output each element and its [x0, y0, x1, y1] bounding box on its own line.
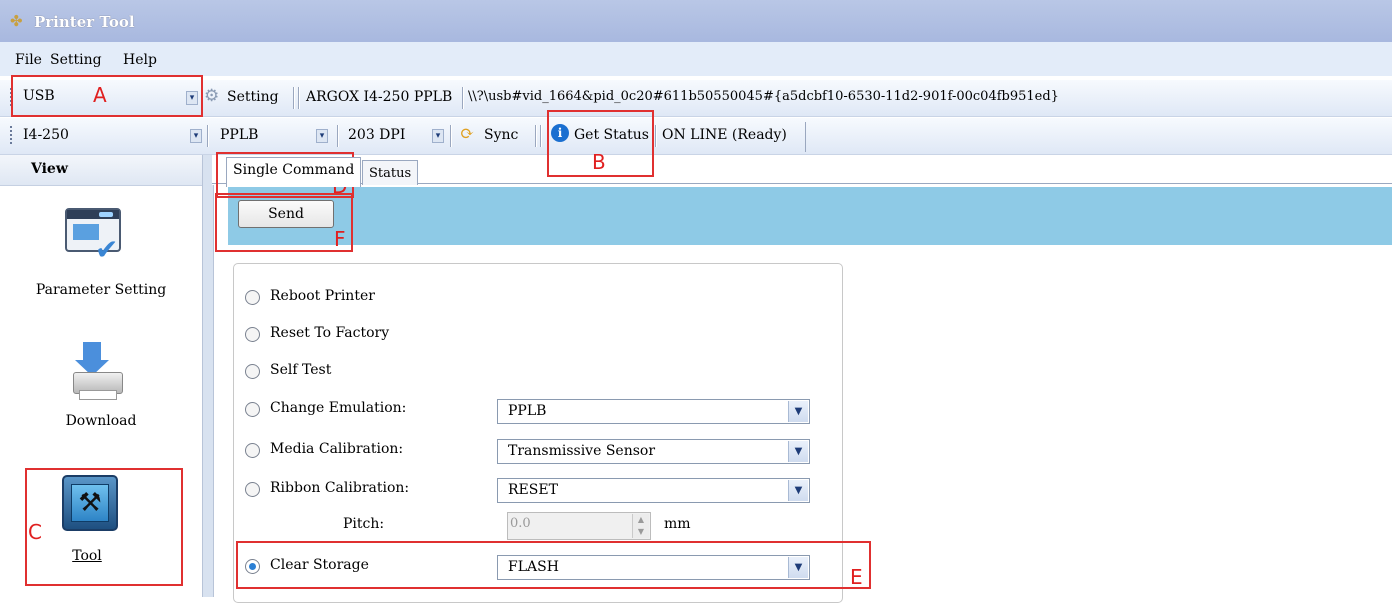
toolbar-separator [293, 87, 295, 109]
app-icon: ✤ [10, 12, 23, 30]
tab-single-command[interactable]: Single Command [226, 157, 362, 187]
status-text: ON LINE (Ready) [662, 127, 787, 143]
command-bar [228, 187, 1392, 245]
tab-status[interactable]: Status [362, 160, 419, 185]
pitch-label: Pitch: [343, 516, 385, 532]
menu-file[interactable]: File [15, 52, 42, 68]
media-calibration-select-value: Transmissive Sensor [508, 443, 656, 459]
dpi-value: 203 DPI [348, 127, 406, 143]
panel-splitter[interactable] [202, 155, 214, 597]
sync-button[interactable]: Sync [484, 127, 518, 143]
toolbar-separator [535, 125, 537, 147]
annotation-label-c: C [28, 520, 42, 544]
label-reboot-printer: Reboot Printer [270, 288, 375, 304]
download-icon[interactable] [73, 342, 129, 402]
ribbon-calibration-select-value: RESET [508, 482, 558, 498]
printer-model-name: ARGOX I4-250 PPLB [306, 89, 453, 105]
label-media-calibration: Media Calibration: [270, 441, 404, 457]
pitch-value: 0.0 [510, 516, 531, 531]
chevron-down-icon[interactable]: ▼ [788, 441, 808, 462]
toolbar-separator [450, 125, 452, 147]
menu-help[interactable]: Help [123, 52, 157, 68]
spinner-arrows-icon[interactable]: ▲ ▼ [632, 514, 649, 538]
menu-setting[interactable]: Setting [50, 52, 102, 68]
chevron-down-icon[interactable]: ▼ [788, 480, 808, 501]
tab-status-label: Status [369, 166, 412, 181]
toolbar-end [805, 122, 806, 152]
device-path: \\?\usb#vid_1664&pid_0c20#611b50550045#{… [468, 89, 1059, 104]
emulation-combo[interactable]: PPLB [214, 125, 332, 147]
setting-button[interactable]: Setting [227, 89, 279, 105]
ribbon-calibration-select[interactable]: RESET ▼ [497, 478, 810, 503]
radio-ribbon-calibration[interactable] [245, 482, 260, 497]
annotation-box-e [236, 541, 871, 589]
annotation-label-b: B [592, 150, 606, 174]
view-header-bar: View [0, 155, 202, 186]
label-self-test: Self Test [270, 362, 332, 378]
toolbar-grip[interactable] [10, 126, 15, 144]
toolbar-separator [337, 125, 339, 147]
title-bar: ✤ Printer Tool [0, 0, 1392, 42]
sync-icon[interactable]: ⟳ [460, 124, 474, 144]
emulation-value: PPLB [220, 127, 259, 143]
label-change-emulation: Change Emulation: [270, 400, 407, 416]
annotation-box-a [11, 75, 203, 117]
view-header: View [31, 161, 68, 177]
annotation-box-c [25, 468, 183, 586]
radio-self-test[interactable] [245, 364, 260, 379]
label-reset-to-factory: Reset To Factory [270, 325, 390, 341]
radio-change-emulation[interactable] [245, 402, 260, 417]
tab-single-command-label: Single Command [233, 162, 355, 178]
annotation-label-f: F [334, 227, 346, 251]
label-ribbon-calibration: Ribbon Calibration: [270, 480, 410, 496]
nav-parameter-setting[interactable]: Parameter Setting [0, 282, 202, 298]
radio-media-calibration[interactable] [245, 443, 260, 458]
emulation-dropdown-arrow[interactable]: ▾ [316, 129, 328, 143]
toolbar-separator [462, 87, 464, 109]
annotation-box-f [215, 193, 353, 252]
radio-reset-to-factory[interactable] [245, 327, 260, 342]
toolbar-separator [540, 125, 542, 147]
toolbar-separator [298, 87, 300, 109]
emulation-select[interactable]: PPLB ▼ [497, 399, 810, 424]
annotation-label-e: E [850, 565, 863, 589]
emulation-select-value: PPLB [508, 403, 547, 419]
setting-gear-icon[interactable]: ⚙ [204, 86, 219, 106]
toolbar-separator [207, 125, 209, 147]
model-dropdown-arrow[interactable]: ▾ [190, 129, 202, 143]
media-calibration-select[interactable]: Transmissive Sensor ▼ [497, 439, 810, 464]
pitch-spinner[interactable]: 0.0 ▲ ▼ [507, 512, 651, 540]
menu-bar [0, 42, 1392, 76]
chevron-down-icon[interactable]: ▼ [788, 401, 808, 422]
nav-download[interactable]: Download [0, 413, 202, 429]
annotation-label-a: A [93, 83, 107, 107]
toolbar-separator [655, 125, 657, 147]
window-title: Printer Tool [34, 13, 135, 31]
dpi-dropdown-arrow[interactable]: ▾ [432, 129, 444, 143]
model-combo[interactable]: I4-250 [17, 125, 197, 147]
radio-reboot-printer[interactable] [245, 290, 260, 305]
parameter-setting-icon[interactable]: ✔ [65, 208, 125, 264]
model-value: I4-250 [23, 127, 69, 143]
pitch-unit: mm [664, 516, 691, 532]
